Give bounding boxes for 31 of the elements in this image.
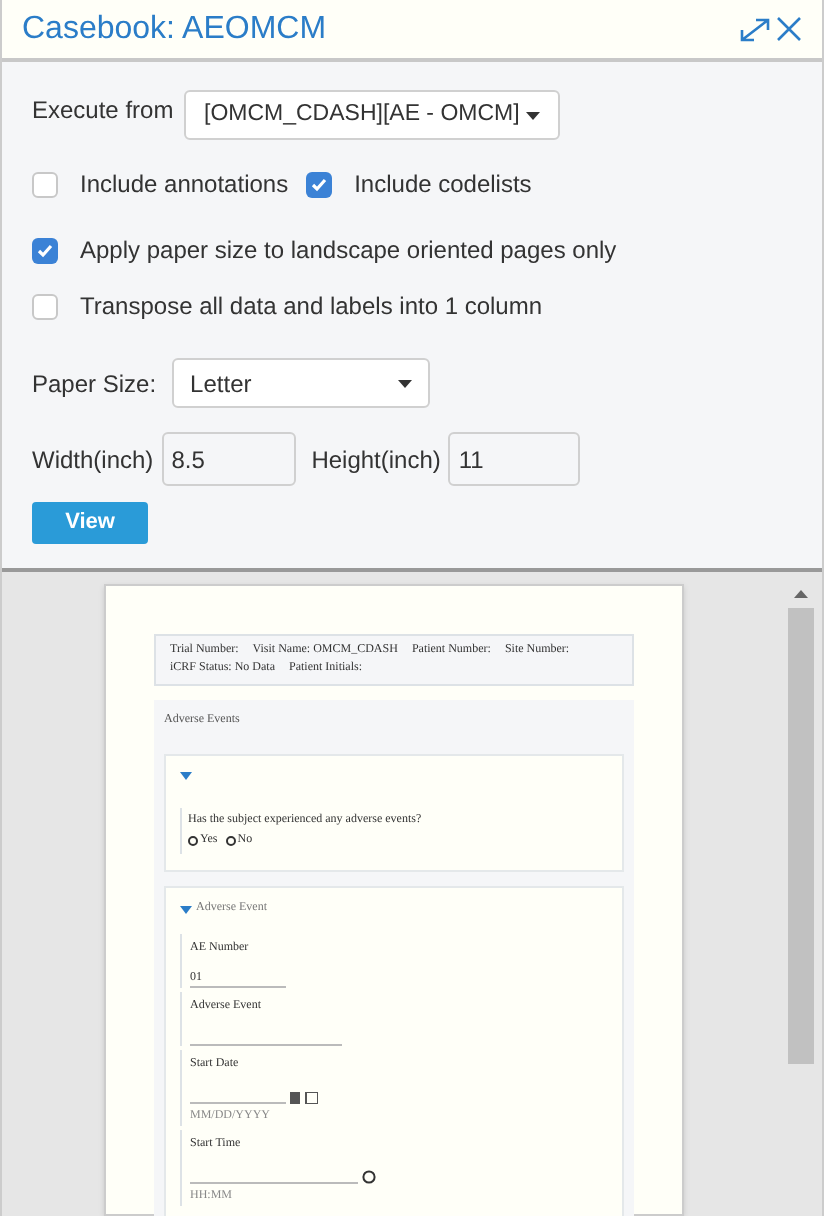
height-field[interactable]: 11 [448,432,581,486]
close-icon[interactable] [776,16,802,42]
field-label: Width(inch) [32,443,154,477]
expand-icon[interactable] [738,15,772,43]
clock-icon[interactable] [362,1170,376,1184]
checkbox-label: Apply paper size to landscape oriented pages only [80,234,617,268]
scroll-thumb[interactable] [787,608,813,1064]
radio-button[interactable] [225,836,236,846]
window-title: Casebook: AEOMCM [22,9,327,49]
caret-icon [398,379,413,387]
checkbox[interactable] [32,237,58,263]
radio-button[interactable] [188,836,198,846]
field-label: Paper Size: [32,367,157,401]
checkbox[interactable] [32,171,58,197]
paper-size-dropdown[interactable]: Letter [172,358,431,408]
check-icon [36,241,54,259]
collapse-icon[interactable] [180,905,192,913]
checkbox[interactable] [32,293,58,319]
check-icon [310,175,329,193]
scroll-up-icon[interactable] [793,590,807,598]
field-label: Height(inch) [311,443,441,477]
collapse-icon[interactable] [180,772,192,780]
width-field[interactable]: 8.5 [161,432,296,486]
checkbox[interactable] [306,171,333,197]
field-label: Execute from [32,94,176,128]
execute-from-dropdown[interactable]: [OMCM_CDASH][AE - OMCM] [184,90,560,140]
calendar-icon[interactable] [290,1092,318,1104]
checkbox-label: Transpose all data and labels into 1 column [80,290,543,324]
caret-icon [526,111,540,119]
checkbox-label: Include annotations [80,168,289,202]
checkbox-label: Include codelists [354,168,532,202]
